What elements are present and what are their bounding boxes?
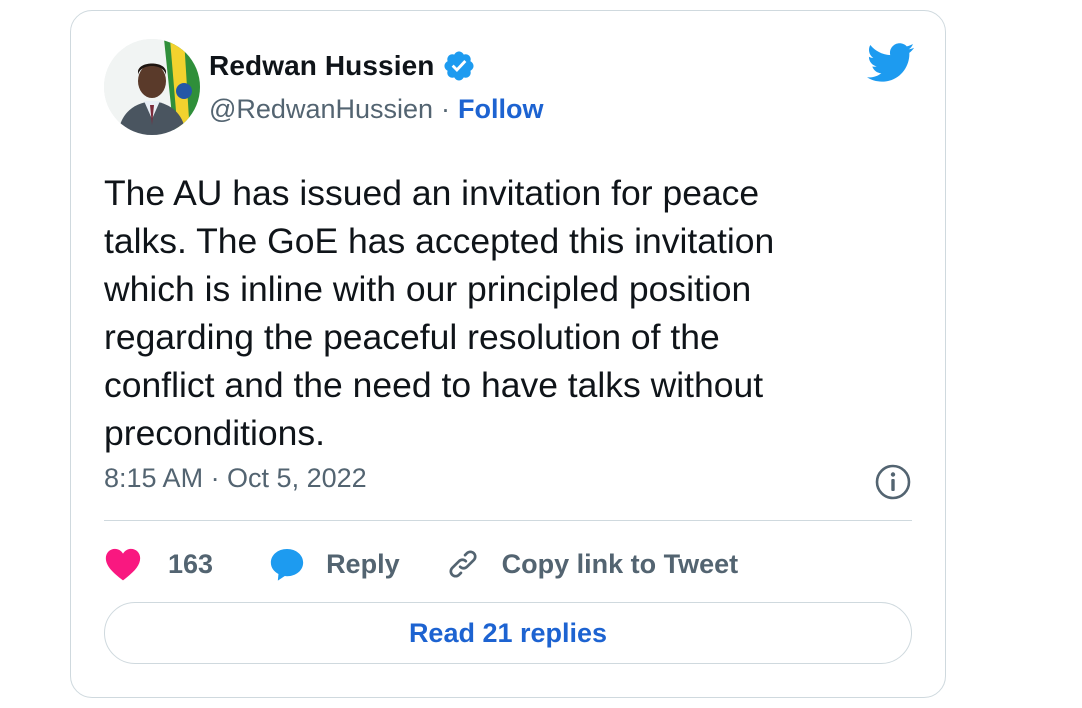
handle-separator: · <box>441 93 451 124</box>
reply-label: Reply <box>326 548 400 579</box>
verified-badge-icon <box>442 49 476 83</box>
speech-bubble-icon <box>268 545 326 583</box>
twitter-bird-icon[interactable] <box>866 43 915 83</box>
author-handle-row: @RedwanHussien · Follow <box>209 89 544 129</box>
tweet-card: Redwan Hussien @RedwanHussien · Follow T… <box>70 10 946 698</box>
read-replies-label: Read 21 replies <box>408 617 608 648</box>
author-avatar[interactable] <box>104 39 200 135</box>
read-replies-button[interactable]: Read 21 replies <box>104 602 912 664</box>
author-handle[interactable]: @RedwanHussien <box>209 94 433 125</box>
like-button[interactable]: 163 <box>104 547 213 581</box>
like-count: 163 <box>168 548 214 579</box>
follow-link[interactable]: Follow <box>458 94 543 125</box>
copy-link-button[interactable]: Copy link to Tweet <box>444 545 739 583</box>
avatar-photo <box>104 39 200 135</box>
tweet-actions: 163 Reply Copy link to Tweet <box>104 541 738 587</box>
divider <box>104 520 912 521</box>
author-name-row: Redwan Hussien <box>209 46 476 86</box>
heart-icon <box>104 547 168 581</box>
tweet-timestamp[interactable]: 8:15 AM · Oct 5, 2022 <box>104 463 367 494</box>
copy-link-label: Copy link to Tweet <box>501 548 739 579</box>
link-icon <box>444 545 502 583</box>
author-display-name[interactable]: Redwan Hussien <box>209 50 434 82</box>
reply-button[interactable]: Reply <box>268 545 400 583</box>
info-icon[interactable] <box>874 463 912 501</box>
tweet-text: The AU has issued an invitation for peac… <box>104 173 775 453</box>
